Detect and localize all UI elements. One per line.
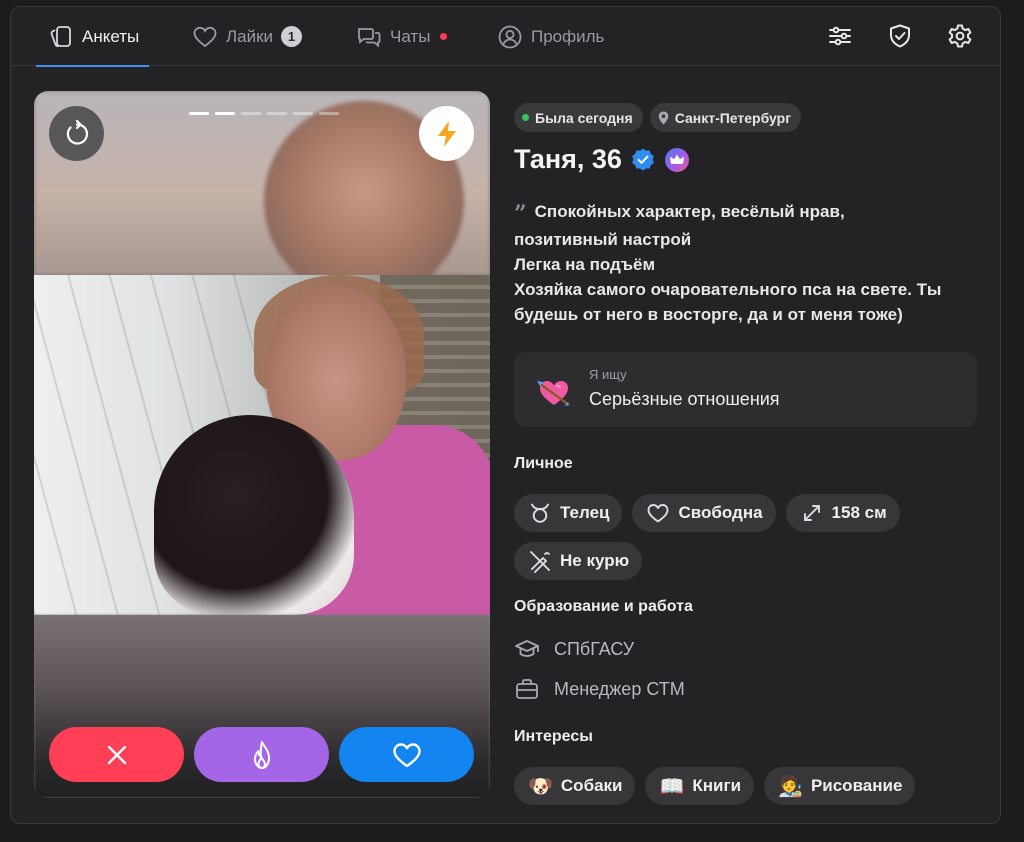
user-circle-icon [498, 25, 522, 48]
education-section-title: Образование и работа [514, 598, 693, 615]
profile-name-age: Таня, 36 [514, 144, 622, 174]
premium-crown-icon [664, 147, 689, 172]
rewind-button[interactable] [49, 106, 104, 161]
briefcase-icon [516, 679, 538, 699]
dislike-button[interactable] [49, 727, 184, 782]
online-dot [522, 114, 529, 121]
profile-photo-card[interactable] [34, 91, 490, 798]
lightning-icon [437, 120, 456, 147]
interests-pills: 🐶 Собаки 📖 Книги 🧑‍🎨 Рисование [514, 767, 977, 805]
verified-badge-icon [632, 148, 654, 170]
profile-bio: ” Спокойных характер, весёлый нрав, позити… [514, 199, 977, 327]
profile-details: Была сегодня Санкт-Петербург Таня, 36 ” … [514, 103, 977, 805]
expand-arrows-icon [803, 505, 820, 521]
photo-indicator [189, 112, 339, 115]
profile-photo [34, 275, 490, 615]
tab-ankety[interactable]: Анкеты [35, 7, 150, 67]
looking-for-label: Я ищу [589, 367, 627, 382]
heart-icon [193, 26, 217, 47]
close-icon [107, 745, 126, 764]
pill-relationship: Свободна [632, 494, 776, 532]
interest-dogs: 🐶 Собаки [514, 767, 636, 805]
quote-icon: ” [514, 201, 527, 227]
looking-for-card: Я ищу Серьёзные отношения [514, 352, 977, 427]
name-row: Таня, 36 [514, 144, 977, 175]
boost-button[interactable] [419, 106, 474, 161]
bio-line: ” Спокойных характер, весёлый нрав, [514, 201, 845, 227]
personal-section-title: Личное [514, 455, 573, 472]
filters-icon[interactable] [826, 22, 854, 50]
work-position: Менеджер СТМ [514, 676, 977, 702]
dog-face-icon: 🐶 [528, 774, 553, 798]
tab-label: Анкеты [82, 26, 140, 46]
photo-indicator-dot[interactable] [241, 112, 261, 115]
open-book-icon: 📖 [659, 774, 685, 798]
status-chips: Была сегодня Санкт-Петербург [514, 103, 977, 132]
looking-for-value: Серьёзные отношения [589, 389, 780, 409]
app-window: Анкеты Лайки 1 Чаты Профиль Была сегодня… [10, 6, 1001, 824]
heart-outline-icon [648, 504, 669, 523]
tab-chats[interactable]: Чаты [356, 7, 448, 66]
city-text: Санкт-Петербург [674, 109, 792, 126]
like-button[interactable] [339, 727, 474, 782]
taurus-icon [531, 503, 549, 523]
bio-line: Легка на подъём [514, 255, 656, 274]
interest-books: 📖 Книги [645, 767, 755, 805]
city-chip: Санкт-Петербург [649, 103, 802, 132]
unread-dot [440, 33, 448, 40]
gear-icon[interactable] [946, 22, 974, 50]
likes-count-badge: 1 [281, 26, 303, 47]
top-nav: Анкеты Лайки 1 Чаты Профиль [11, 7, 1000, 67]
pill-smoking: Не курю [514, 542, 643, 580]
tab-likes[interactable]: Лайки 1 [192, 7, 303, 66]
flame-icon [253, 740, 270, 769]
chat-bubbles-icon [358, 27, 381, 47]
photo-indicator-dot[interactable] [215, 112, 235, 115]
no-smoking-icon [530, 551, 550, 573]
photo-indicator-dot[interactable] [267, 112, 287, 115]
superlike-button[interactable] [194, 727, 329, 782]
photo-indicator-dot[interactable] [293, 112, 313, 115]
tab-label: Чаты [390, 26, 431, 46]
online-status-chip: Была сегодня [514, 103, 643, 132]
pill-height: 158 см [785, 494, 900, 532]
undo-icon [66, 119, 88, 145]
photo-indicator-dot[interactable] [189, 112, 209, 115]
interests-section-title: Интересы [514, 728, 593, 745]
bio-line: будешь от него в восторге, да и от меня … [514, 305, 903, 324]
heart-icon [392, 742, 421, 767]
personal-pills: Телец Свободна 158 см Не курю [514, 494, 977, 580]
heart-arrow-icon [537, 381, 570, 406]
online-status-text: Была сегодня [535, 109, 633, 126]
bio-line: Хозяйка самого очаровательного пса на св… [514, 280, 942, 299]
pill-zodiac: Телец [514, 494, 623, 532]
tab-label: Лайки [226, 26, 274, 46]
tab-label: Профиль [531, 26, 605, 46]
artist-icon: 🧑‍🎨 [778, 774, 803, 798]
education-school: СПбГАСУ [514, 636, 977, 662]
interest-drawing: 🧑‍🎨 Рисование [764, 767, 916, 805]
photo-blur-top [34, 91, 490, 301]
photo-indicator-dot[interactable] [319, 112, 339, 115]
cards-icon [50, 25, 71, 47]
tab-profile[interactable]: Профиль [497, 7, 604, 66]
shield-check-icon[interactable] [886, 22, 914, 50]
graduation-cap-icon [515, 640, 539, 657]
location-pin-icon [658, 111, 668, 124]
bio-line: позитивный настрой [514, 230, 692, 249]
